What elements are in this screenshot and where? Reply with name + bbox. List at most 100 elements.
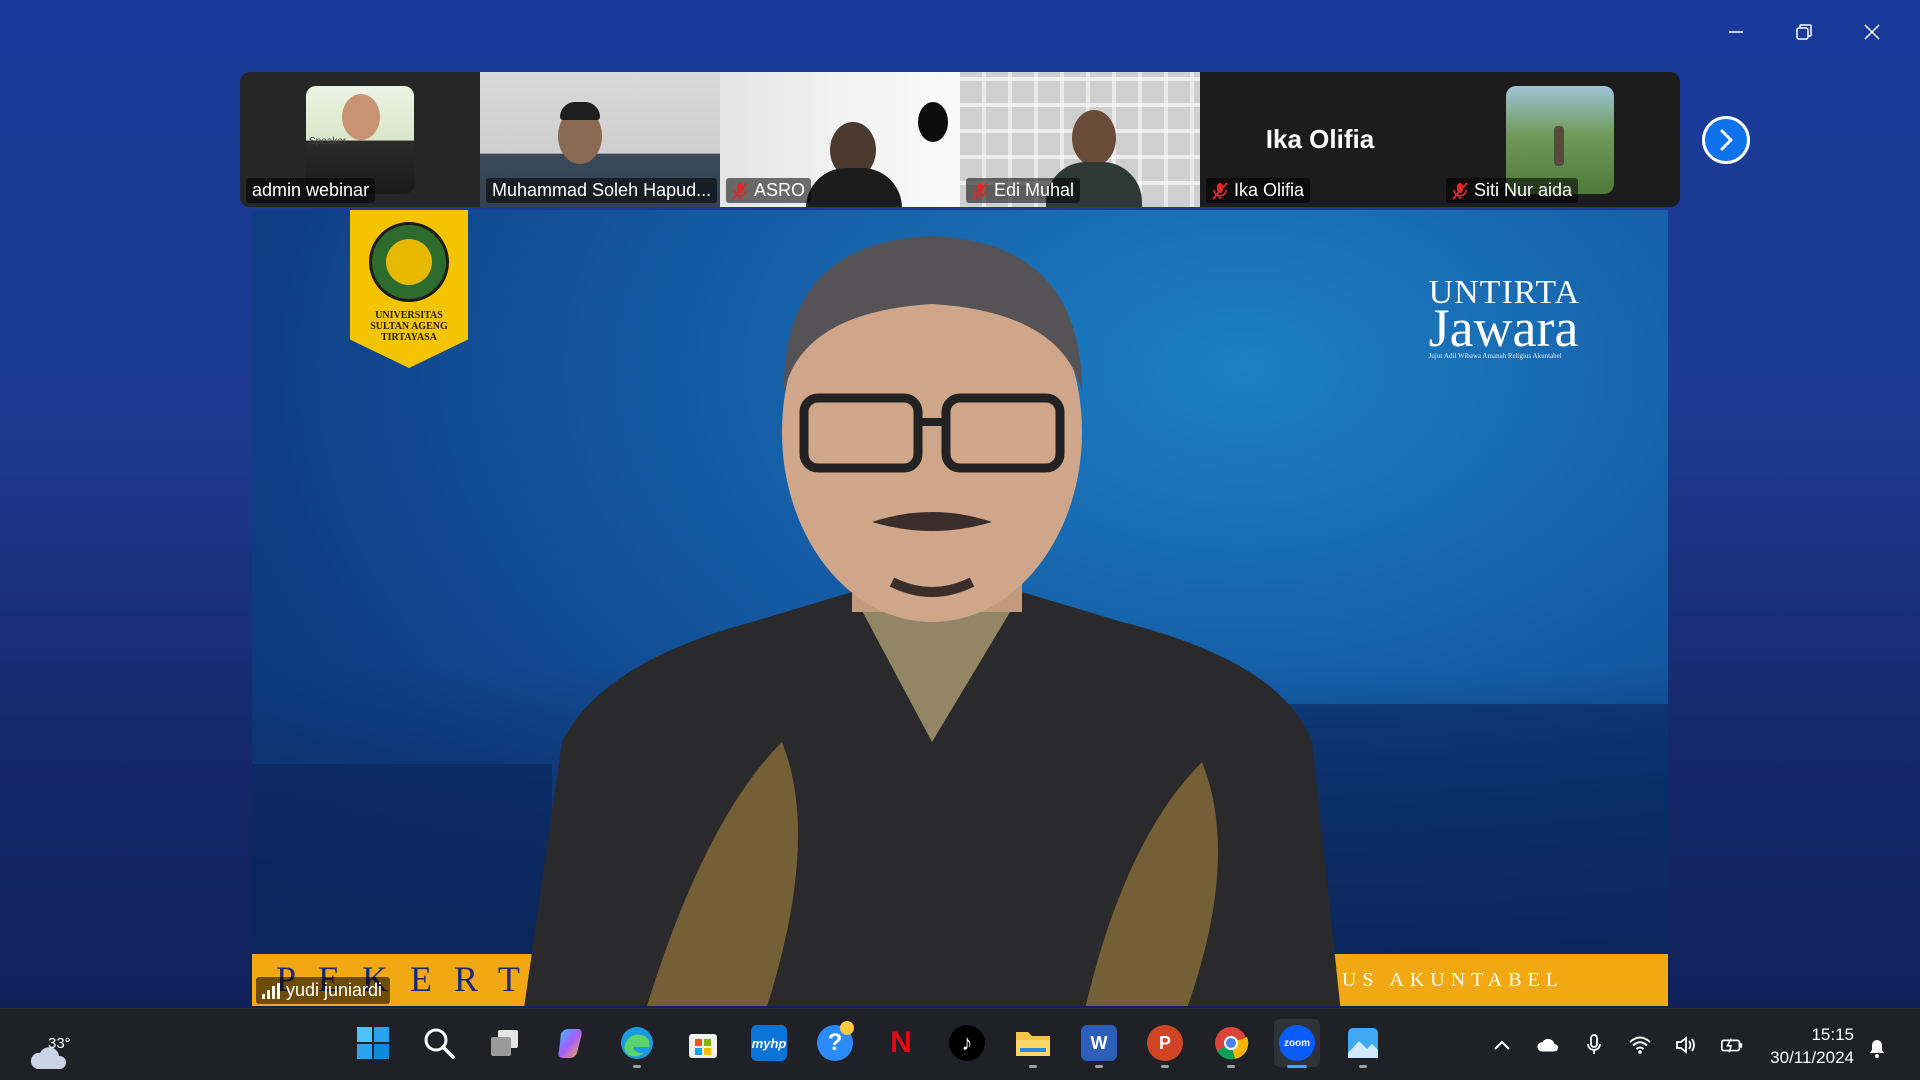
notification-button[interactable] xyxy=(1866,1037,1888,1059)
myhp-icon: myhp xyxy=(751,1025,787,1061)
close-button[interactable] xyxy=(1838,12,1906,52)
speaker-name: yudi juniardi xyxy=(286,980,383,1000)
university-seal-icon xyxy=(369,222,449,302)
background-building-block xyxy=(252,764,552,954)
mic-muted-icon xyxy=(1212,181,1228,200)
restore-button[interactable] xyxy=(1770,12,1838,52)
task-view-button[interactable] xyxy=(482,1019,528,1067)
minimize-icon xyxy=(1729,31,1743,33)
edge-icon xyxy=(621,1027,653,1059)
start-button[interactable] xyxy=(350,1019,396,1067)
battery-button[interactable] xyxy=(1720,1033,1744,1057)
copilot-icon xyxy=(558,1028,582,1058)
logo-text-line: TIRTAYASA xyxy=(381,332,437,343)
participant-name: Edi Muhal xyxy=(994,180,1075,200)
mic-muted-icon xyxy=(1452,181,1468,200)
participant-name-tag: Ika Olifia xyxy=(1206,178,1311,203)
system-tray xyxy=(1490,1025,1744,1065)
zoom-icon: zoom xyxy=(1279,1025,1315,1061)
participant-name-tag: Muhammad Soleh Hapud... xyxy=(486,178,718,203)
system-clock[interactable]: 15:15 30/11/2024 xyxy=(1756,1023,1854,1069)
copilot-button[interactable] xyxy=(548,1019,594,1067)
participant-tile[interactable]: ASRO xyxy=(720,72,960,207)
running-indicator xyxy=(1227,1065,1235,1068)
task-view-icon xyxy=(491,1030,518,1056)
active-speaker-video[interactable]: PEKERTI US AKUNTABEL UNIVERSITAS SULTAN … xyxy=(252,210,1668,1006)
powerpoint-button[interactable]: P xyxy=(1142,1019,1188,1068)
participant-tile[interactable]: Muhammad Soleh Hapud... xyxy=(480,72,720,207)
signal-strength-icon xyxy=(262,982,280,999)
participant-name-tag: admin webinar xyxy=(246,178,376,203)
participant-name: Siti Nur aida xyxy=(1474,180,1573,200)
participant-name-tag: Siti Nur aida xyxy=(1446,178,1579,203)
file-explorer-icon xyxy=(1016,1032,1050,1056)
brand-line-2: Jawara xyxy=(1428,298,1579,358)
clock-date: 30/11/2024 xyxy=(1770,1048,1854,1067)
minimize-button[interactable] xyxy=(1702,12,1770,52)
onedrive-button[interactable] xyxy=(1536,1033,1560,1057)
participant-name-tag: Edi Muhal xyxy=(966,178,1081,203)
participant-name-tag: ASRO xyxy=(726,178,812,203)
chevron-up-icon xyxy=(1494,1040,1510,1050)
chevron-right-icon xyxy=(1720,129,1733,151)
participant-tile[interactable]: Edi Muhal xyxy=(960,72,1200,207)
netflix-button[interactable]: N xyxy=(878,1019,924,1067)
photos-icon xyxy=(1348,1028,1378,1058)
participant-name: Muhammad Soleh Hapud... xyxy=(492,180,712,200)
mic-muted-icon xyxy=(972,181,988,200)
store-button[interactable] xyxy=(680,1019,726,1067)
participant-display-name: Ika Olifia xyxy=(1265,124,1375,154)
participant-name: Ika Olifia xyxy=(1234,180,1305,200)
next-page-button[interactable] xyxy=(1702,116,1750,164)
speaker-volume-icon xyxy=(1676,1036,1695,1054)
speaker-figure xyxy=(524,236,1341,1006)
running-indicator xyxy=(1029,1065,1037,1068)
powerpoint-icon: P xyxy=(1147,1025,1183,1061)
netflix-icon: N xyxy=(890,1026,912,1059)
chrome-button[interactable] xyxy=(1208,1019,1254,1068)
tiktok-button[interactable]: ♪ xyxy=(944,1019,990,1067)
photos-button[interactable] xyxy=(1340,1019,1386,1068)
help-badge-icon xyxy=(840,1021,854,1035)
microphone-button[interactable] xyxy=(1582,1033,1606,1057)
participant-tile[interactable]: Ika Olifia Ika Olifia xyxy=(1200,72,1440,207)
restore-icon xyxy=(1796,24,1812,40)
wifi-icon xyxy=(1629,1036,1651,1054)
clock-time: 15:15 xyxy=(1811,1025,1854,1044)
photo-caption: Speaker xyxy=(309,136,347,147)
taskbar: 33° myhp ? N ♪ W P zoom 15:15 30/11/2024 xyxy=(0,1008,1920,1080)
participant-tile[interactable]: Siti Nur aida xyxy=(1440,72,1680,207)
zoom-button[interactable]: zoom xyxy=(1274,1019,1320,1068)
participant-tile[interactable]: Speaker admin webinar xyxy=(240,72,480,207)
show-hidden-icons-button[interactable] xyxy=(1490,1033,1514,1057)
file-explorer-button[interactable] xyxy=(1010,1019,1056,1068)
store-icon xyxy=(689,1034,717,1058)
mic-muted-icon xyxy=(732,181,748,200)
university-logo: UNIVERSITAS SULTAN AGENG TIRTAYASA xyxy=(350,210,468,368)
search-button[interactable] xyxy=(416,1019,462,1067)
word-button[interactable]: W xyxy=(1076,1019,1122,1068)
running-indicator xyxy=(1359,1065,1367,1068)
edge-button[interactable] xyxy=(614,1019,660,1068)
help-button[interactable]: ? xyxy=(812,1019,858,1067)
close-icon xyxy=(1864,24,1880,40)
brand-tagline: Jujur Adil Wibawa Amanah Religius Akunta… xyxy=(1428,352,1562,360)
myhp-button[interactable]: myhp xyxy=(746,1019,792,1067)
brand-wordmark: UNTIRTA Jawara Jujur Adil Wibawa Amanah … xyxy=(1429,274,1580,360)
window-controls xyxy=(1702,12,1906,52)
participant-name: admin webinar xyxy=(252,180,370,200)
participant-name: ASRO xyxy=(754,180,806,200)
wifi-button[interactable] xyxy=(1628,1033,1652,1057)
running-indicator xyxy=(1095,1065,1103,1068)
banner-text-right: US AKUNTABEL xyxy=(1341,969,1564,991)
participant-strip: Speaker admin webinar Muhammad Soleh Hap… xyxy=(240,72,1680,207)
speaker-name-tag: yudi juniardi xyxy=(256,977,391,1004)
bell-icon xyxy=(1870,1040,1884,1058)
microphone-icon xyxy=(1587,1034,1601,1054)
volume-button[interactable] xyxy=(1674,1033,1698,1057)
active-indicator xyxy=(1287,1065,1307,1068)
weather-widget[interactable]: 33° xyxy=(28,1021,71,1069)
windows-start-icon xyxy=(357,1027,389,1059)
weather-temperature: 33° xyxy=(48,1035,71,1052)
taskbar-apps: myhp ? N ♪ W P zoom xyxy=(350,1019,1386,1068)
